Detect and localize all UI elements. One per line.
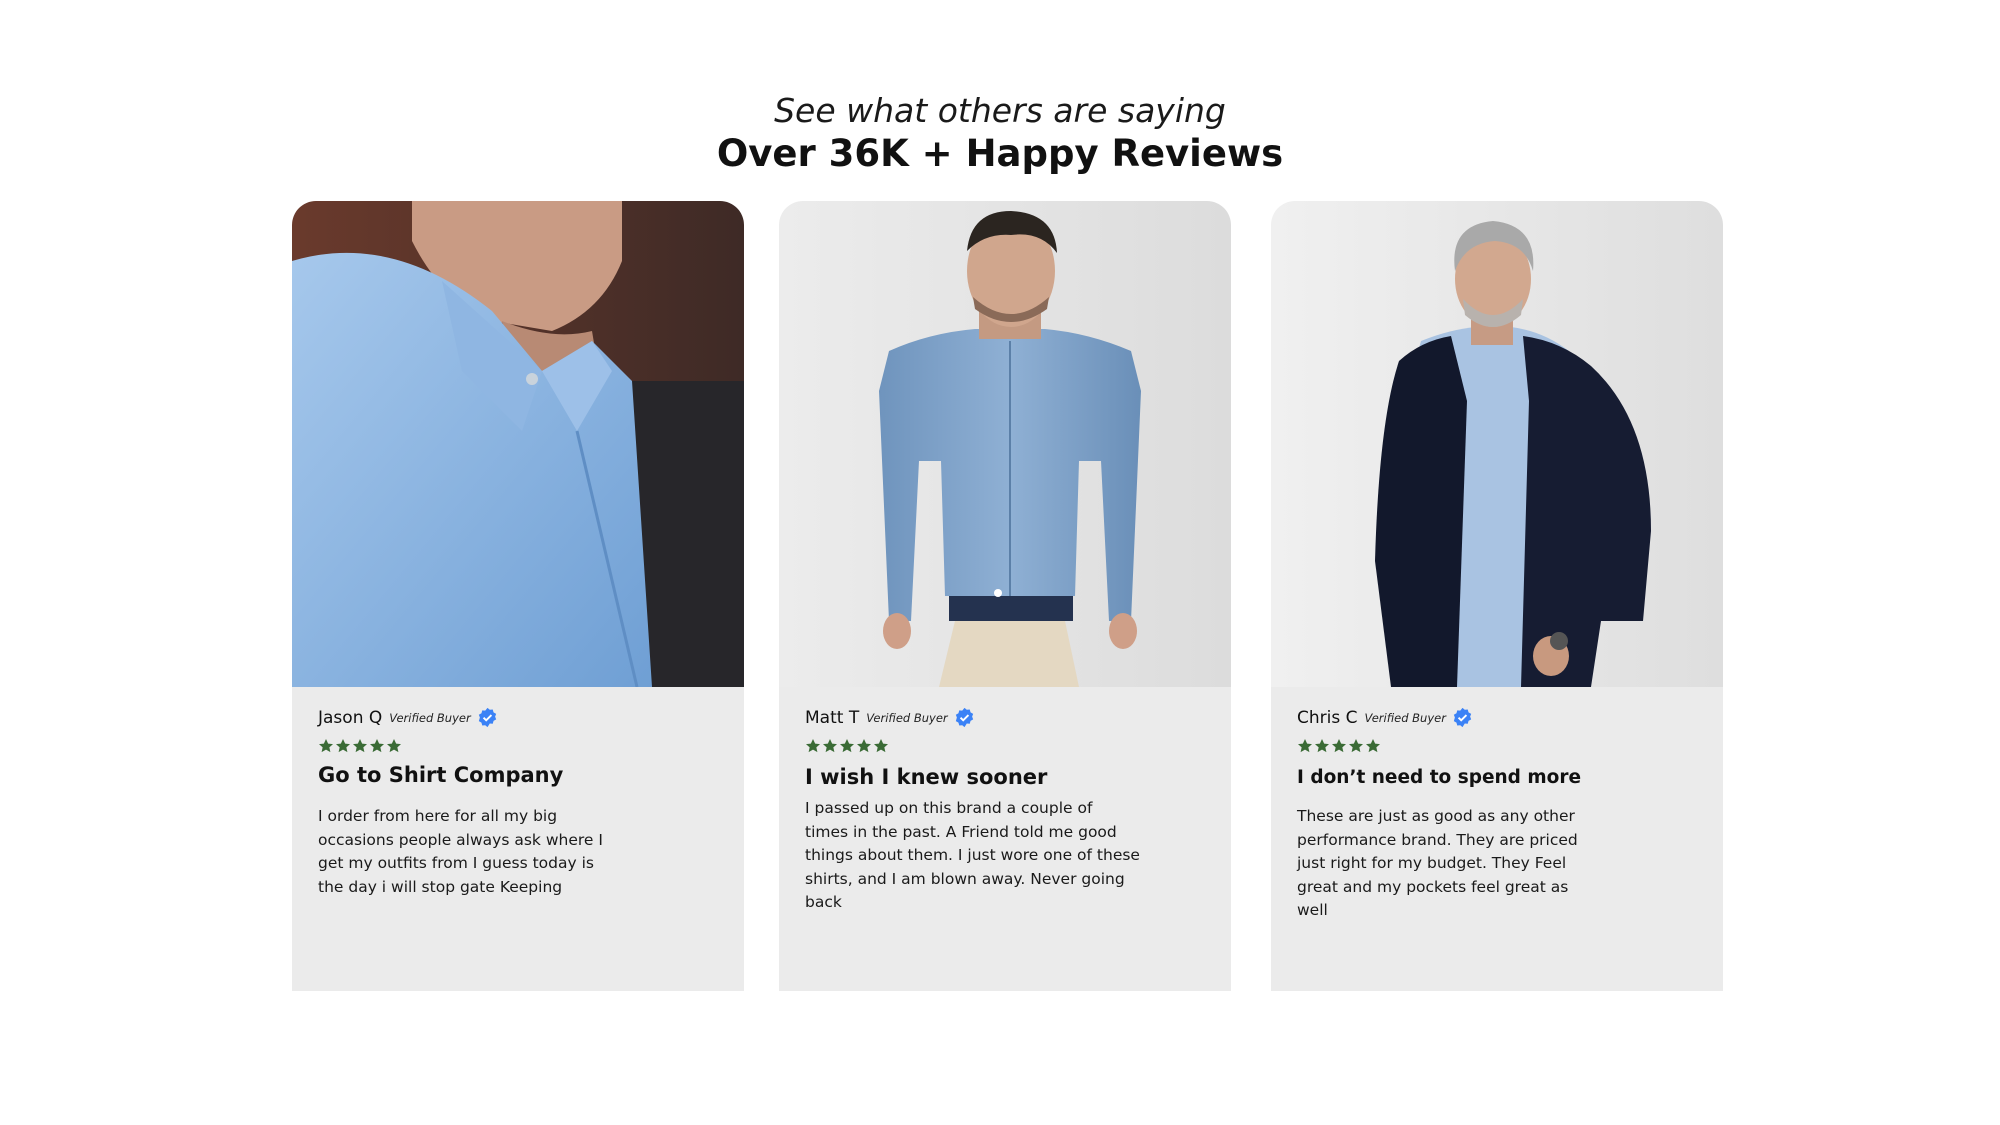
review-photo (1271, 201, 1723, 687)
star-rating (805, 738, 889, 754)
review-card: Chris C Verified Buyer I don’t need to s… (1271, 201, 1723, 991)
reviewer-name: Matt T (805, 707, 860, 728)
review-text: These are just as good as any other perf… (1297, 807, 1578, 919)
verified-check-icon (1452, 707, 1473, 728)
star-icon (1297, 738, 1313, 754)
review-body: Jason Q Verified Buyer Go to Shirt Compa… (292, 687, 744, 991)
star-icon (318, 738, 334, 754)
review-card: Jason Q Verified Buyer Go to Shirt Compa… (292, 201, 744, 991)
star-icon (822, 738, 838, 754)
review-card: Matt T Verified Buyer I wish I knew soon… (779, 201, 1231, 991)
verified-check-icon (477, 707, 498, 728)
star-icon (1331, 738, 1347, 754)
review-body: Matt T Verified Buyer I wish I knew soon… (779, 687, 1231, 991)
review-photo (779, 201, 1231, 687)
review-photo (292, 201, 744, 687)
reviewer-info: Chris C Verified Buyer (1297, 707, 1473, 728)
review-body: Chris C Verified Buyer I don’t need to s… (1271, 687, 1723, 991)
reviewer-info: Matt T Verified Buyer (805, 707, 975, 728)
star-rating (318, 738, 402, 754)
star-icon (1348, 738, 1364, 754)
review-headline: I don’t need to spend more (1297, 767, 1582, 788)
reviews-section: See what others are saying Over 36K + Ha… (0, 0, 2000, 1125)
star-icon (369, 738, 385, 754)
star-icon (352, 738, 368, 754)
verified-label: Verified Buyer (866, 710, 948, 725)
star-icon (873, 738, 889, 754)
section-subtitle: See what others are saying (774, 91, 1226, 130)
verified-label: Verified Buyer (1364, 710, 1446, 725)
star-icon (1365, 738, 1381, 754)
verified-label: Verified Buyer (389, 710, 471, 725)
star-icon (856, 738, 872, 754)
reviewer-name: Chris C (1297, 707, 1358, 728)
star-icon (839, 738, 855, 754)
star-rating (1297, 738, 1381, 754)
reviewer-info: Jason Q Verified Buyer (318, 707, 498, 728)
review-text: I order from here for all my big occasio… (318, 807, 603, 896)
star-icon (1314, 738, 1330, 754)
reviewer-name: Jason Q (318, 707, 383, 728)
star-icon (386, 738, 402, 754)
review-headline: Go to Shirt Company (318, 763, 564, 787)
verified-check-icon (954, 707, 975, 728)
section-header: See what others are saying Over 36K + Ha… (0, 88, 2000, 178)
review-text: I passed up on this brand a couple of ti… (805, 799, 1140, 911)
star-icon (805, 738, 821, 754)
review-headline: I wish I knew sooner (805, 765, 1048, 789)
section-title: Over 36K + Happy Reviews (716, 132, 1284, 175)
star-icon (335, 738, 351, 754)
